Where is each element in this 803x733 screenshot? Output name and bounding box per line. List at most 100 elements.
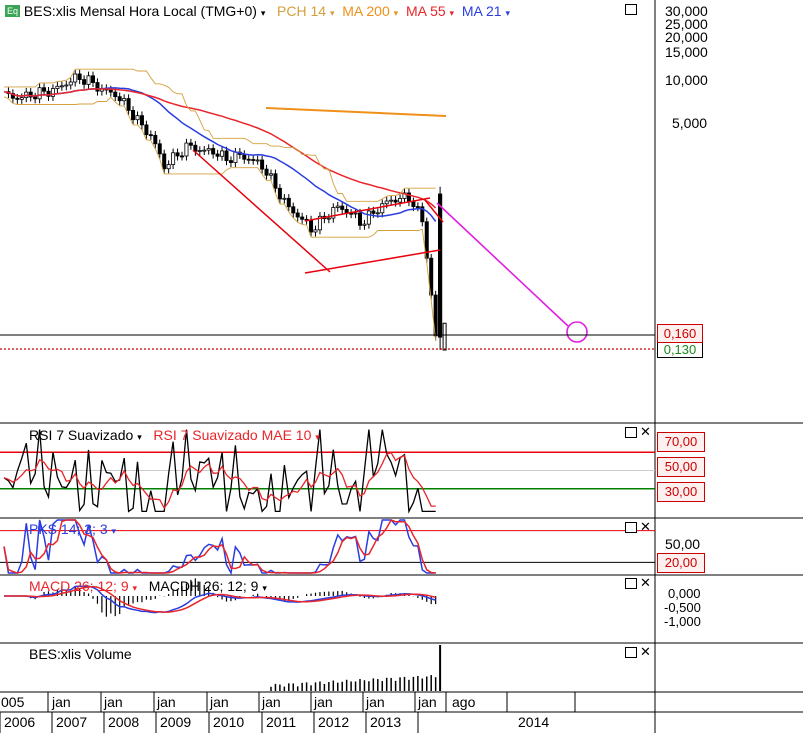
candle-body <box>326 217 331 220</box>
ma21-dropdown-icon[interactable]: ▾ <box>505 8 510 18</box>
candle-body <box>37 87 42 100</box>
candle-body <box>291 206 296 214</box>
pks-title[interactable]: PKS 14; 3; 3 <box>29 521 108 537</box>
candle-body <box>19 97 24 100</box>
year-label: 2014 <box>518 714 550 730</box>
macdh-title[interactable]: MACDH 26; 12; 9 <box>149 578 259 594</box>
candle-body <box>64 84 69 87</box>
macdh-dropdown-icon[interactable]: ▾ <box>262 583 267 593</box>
pks-dropdown-icon[interactable]: ▾ <box>112 526 117 536</box>
candle-body <box>362 223 367 226</box>
candle-body <box>113 91 118 98</box>
candle-body <box>255 159 260 162</box>
candle-body <box>277 187 282 200</box>
rsi-level-70: 70,00 <box>657 432 705 452</box>
time-label: jan <box>262 694 281 710</box>
macd-level-neg05: -0,500 <box>664 600 701 615</box>
year-label: 2010 <box>213 714 245 730</box>
candle-body <box>282 197 287 200</box>
candle-body <box>340 205 345 210</box>
year-label: 2008 <box>108 714 140 730</box>
candle-body <box>398 198 403 203</box>
pks-level-20: 20,00 <box>657 553 705 573</box>
main-title: BES:xlis Mensal Hora Local (TMG+0) <box>23 3 257 19</box>
rsi-maximize-icon[interactable] <box>625 427 637 438</box>
candle-body <box>251 159 256 161</box>
candle-body <box>33 96 38 100</box>
legend-pch[interactable]: PCH 14 <box>277 3 326 19</box>
candle-body <box>126 98 131 111</box>
rsi-legend: RSI 7 Suavizado ▾ RSI 7 Suavizado MAE 10… <box>29 427 320 443</box>
candle-body <box>184 142 189 157</box>
candle-body <box>375 212 380 215</box>
candle-body <box>153 134 158 145</box>
macd-title[interactable]: MACD 26; 12; 9 <box>29 578 129 594</box>
ma55-dropdown-icon[interactable]: ▾ <box>450 8 455 18</box>
legend-ma21[interactable]: MA 21 <box>462 3 502 19</box>
macd-level-0: 0,000 <box>668 586 701 601</box>
macd-maximize-icon[interactable] <box>625 578 637 589</box>
candle-body <box>371 210 376 214</box>
rsi-close-icon[interactable]: ✕ <box>640 425 651 438</box>
macd-dropdown-icon[interactable]: ▾ <box>133 583 138 593</box>
candle-body <box>286 197 291 208</box>
candle-body <box>273 173 278 189</box>
candle-body <box>393 199 398 203</box>
candle-body <box>95 82 100 92</box>
legend-ma200[interactable]: MA 200 <box>342 3 389 19</box>
candle-body <box>268 173 273 176</box>
candle-body <box>389 199 394 202</box>
candle-body <box>215 153 220 157</box>
time-label: jan <box>314 694 333 710</box>
maximize-icon[interactable] <box>625 4 637 15</box>
candle-body <box>86 75 91 85</box>
rsi-ma-dropdown-icon[interactable]: ▾ <box>315 432 320 442</box>
volume-maximize-icon[interactable] <box>625 647 637 658</box>
symbol-badge: Eq <box>5 5 21 17</box>
macd-level-neg1: -1,000 <box>664 614 701 629</box>
candle-body <box>157 143 162 155</box>
year-label: 2006 <box>4 714 36 730</box>
rsi-title[interactable]: RSI 7 Suavizado <box>29 427 133 443</box>
pks-level-50: 50,00 <box>665 536 701 552</box>
candle-body <box>73 73 78 83</box>
time-label: jan <box>157 694 176 710</box>
legend-dropdown-icon[interactable]: ▾ <box>261 8 266 18</box>
pks-close-icon[interactable]: ✕ <box>640 520 651 533</box>
candle-body <box>139 115 144 126</box>
candle-body <box>313 229 318 233</box>
price-tick: 10,000 <box>665 72 708 88</box>
pks-maximize-icon[interactable] <box>625 522 637 533</box>
candle-body <box>309 219 314 233</box>
rsi-dropdown-icon[interactable]: ▾ <box>137 432 142 442</box>
candle-body <box>380 203 385 214</box>
candle-body <box>353 212 358 215</box>
candle-body <box>135 115 140 121</box>
candle-body <box>300 216 305 220</box>
ma200-dropdown-icon[interactable]: ▾ <box>394 8 399 18</box>
year-label: 2013 <box>370 714 402 730</box>
candle-body <box>415 206 420 208</box>
candle-body <box>220 150 225 157</box>
candle-body <box>108 89 113 93</box>
candle-body <box>55 85 60 89</box>
macd-legend: MACD 26; 12; 9 ▾ MACDH 26; 12; 9 ▾ <box>29 578 267 594</box>
pch-dropdown-icon[interactable]: ▾ <box>330 8 335 18</box>
volume-close-icon[interactable]: ✕ <box>640 645 651 658</box>
candle-body <box>131 110 136 121</box>
year-label: 2007 <box>56 714 88 730</box>
candle-body <box>438 193 443 338</box>
macd-close-icon[interactable]: ✕ <box>640 576 651 589</box>
candle-body <box>77 73 82 80</box>
rsi-ma-title[interactable]: RSI 7 Suavizado MAE 10 <box>153 427 311 443</box>
time-label: ago <box>452 694 476 710</box>
time-label: jan <box>210 694 229 710</box>
main-legend: Eq BES:xlis Mensal Hora Local (TMG+0) ▾ … <box>5 3 510 19</box>
candle-body <box>357 212 362 226</box>
candle-body <box>295 212 300 218</box>
price-tick: 20,000 <box>665 29 708 45</box>
legend-ma55[interactable]: MA 55 <box>406 3 446 19</box>
candle-body <box>82 79 87 85</box>
candle-body <box>202 149 207 152</box>
rsi-level-50: 50,00 <box>657 457 705 477</box>
